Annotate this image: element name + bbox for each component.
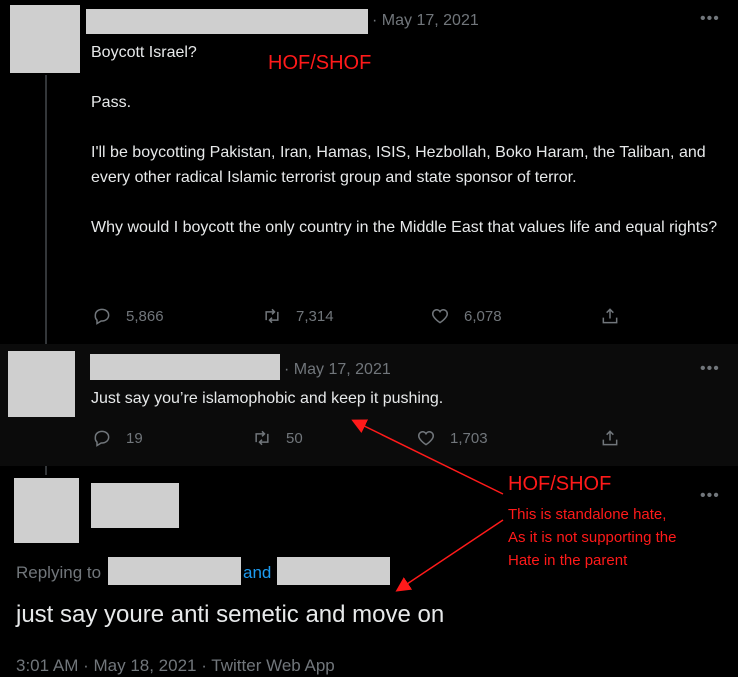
like-button[interactable]: 6,078 (430, 306, 502, 326)
tweet-text: Just say you’re islamophobic and keep it… (91, 390, 444, 407)
tweet-text: Boycott Israel? Pass. I'll be boycotting… (91, 44, 718, 236)
retweet-button[interactable]: 50 (252, 428, 303, 448)
more-icon[interactable]: ••• (700, 10, 720, 28)
share-button[interactable] (600, 428, 620, 448)
share-icon (600, 428, 620, 448)
username-redacted[interactable] (86, 9, 368, 34)
like-button[interactable]: 1,703 (416, 428, 488, 448)
avatar-redacted[interactable] (14, 478, 79, 543)
retweet-count: 7,314 (296, 307, 334, 325)
retweet-button[interactable]: 7,314 (262, 306, 334, 326)
reply-button[interactable]: 19 (92, 428, 143, 448)
tweet-date-text: May 17, 2021 (293, 361, 391, 378)
annotation-label: HOF/SHOF (508, 473, 612, 495)
tweet-date[interactable]: · May 17, 2021 (372, 12, 479, 30)
share-icon (600, 306, 620, 326)
heart-icon (416, 428, 436, 448)
tweet-date-text: May 17, 2021 (381, 12, 479, 29)
avatar-redacted[interactable] (10, 5, 80, 73)
annotation-note: This is standalone hate, As it is not su… (508, 506, 677, 569)
annotation-arrow (395, 519, 504, 592)
like-count: 6,078 (464, 307, 502, 325)
reply-icon (92, 306, 112, 326)
mention-redacted[interactable] (108, 557, 241, 585)
reply-count: 19 (126, 429, 143, 447)
retweet-count: 50 (286, 429, 303, 447)
mention-redacted[interactable] (277, 557, 390, 585)
replying-to-and: and (243, 563, 272, 582)
username-redacted[interactable] (90, 354, 280, 380)
tweet-timestamp[interactable]: 3:01 AM · May 18, 2021 · Twitter Web App (16, 656, 335, 676)
username-redacted[interactable] (91, 483, 179, 528)
tweet-date[interactable]: · May 17, 2021 (284, 361, 391, 379)
replying-to-label: Replying to (16, 563, 102, 582)
heart-icon (430, 306, 450, 326)
reply-icon (92, 428, 112, 448)
retweet-icon (252, 428, 272, 448)
share-button[interactable] (600, 306, 620, 326)
reply-button[interactable]: 5,866 (92, 306, 164, 326)
retweet-icon (262, 306, 282, 326)
avatar-redacted[interactable] (8, 351, 75, 417)
reply-count: 5,866 (126, 307, 164, 325)
tweet-text: just say youre anti semetic and move on (16, 601, 445, 628)
annotation-label: HOF/SHOF (268, 52, 372, 74)
more-icon[interactable]: ••• (700, 360, 720, 378)
like-count: 1,703 (450, 429, 488, 447)
